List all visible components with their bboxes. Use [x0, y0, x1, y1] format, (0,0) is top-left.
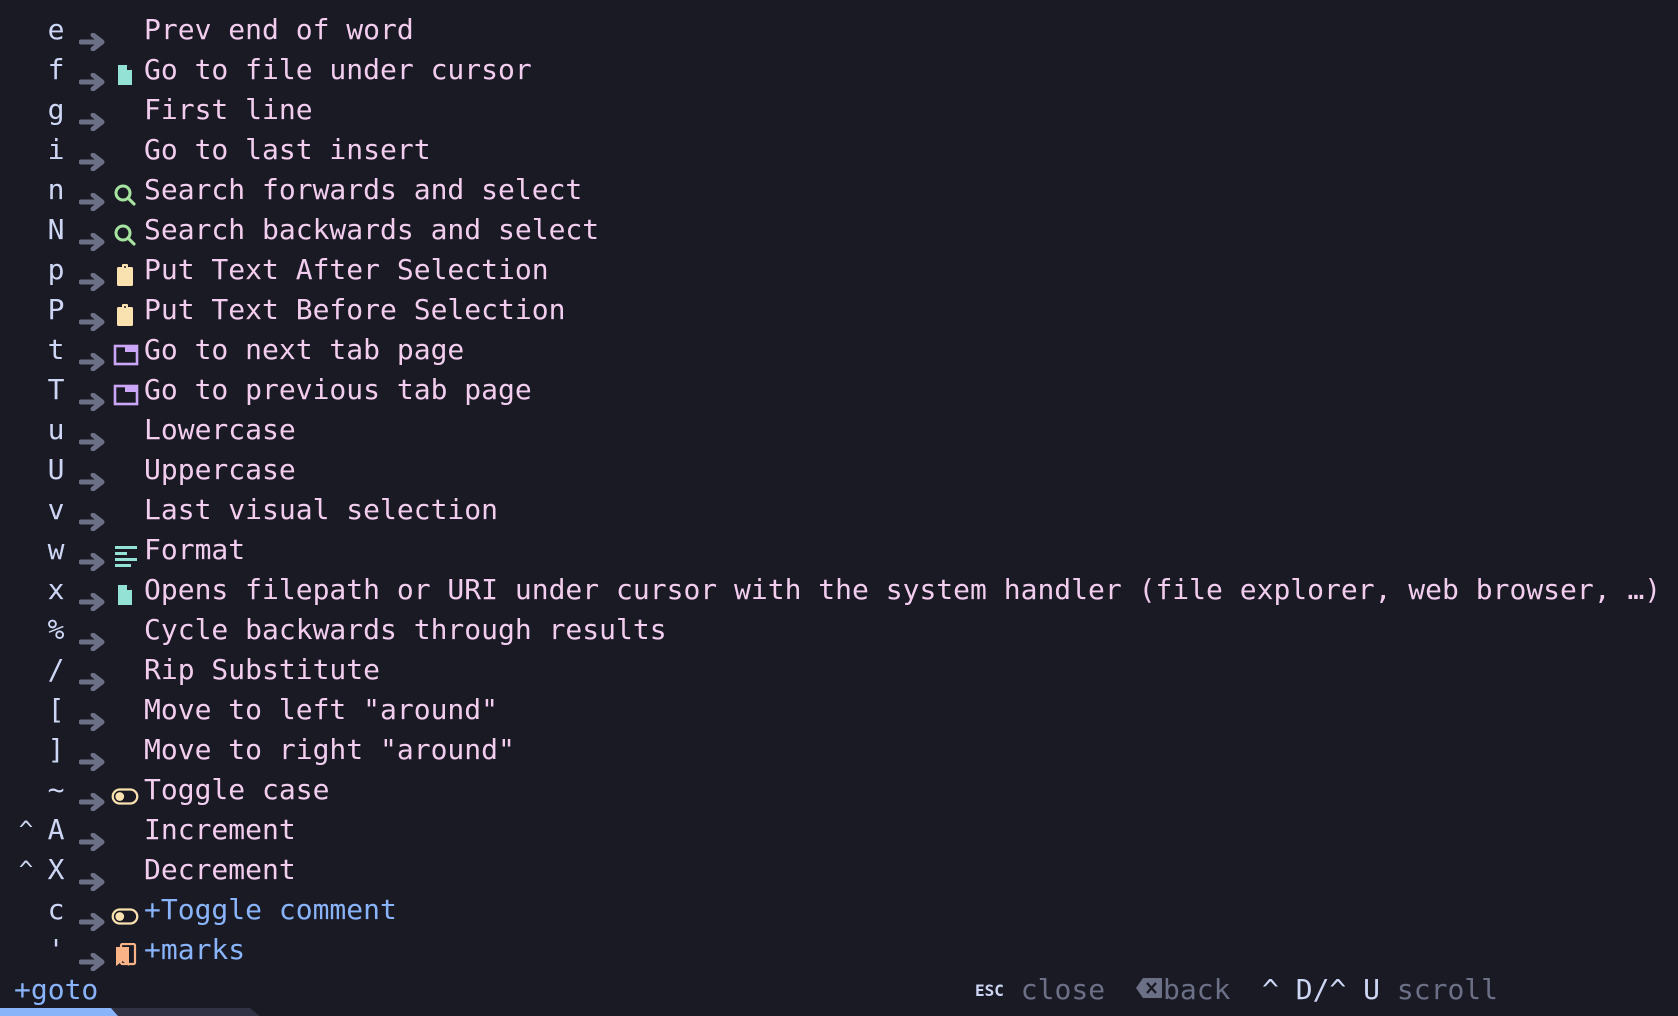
key-label: [: [47, 693, 65, 726]
arrow-right-icon: [78, 822, 107, 852]
key-label: ': [47, 933, 65, 966]
file-icon: [111, 578, 139, 605]
group-description: +marks: [144, 933, 246, 966]
key-label: e: [47, 13, 65, 46]
mapping-description: Search forwards and select: [144, 173, 583, 206]
file-icon: [111, 58, 139, 85]
mapping-description: Move to right "around": [144, 733, 515, 766]
mapping-description: Last visual selection: [144, 493, 499, 526]
format-icon: [111, 538, 139, 567]
key-label: %: [47, 613, 65, 646]
key-label: T: [47, 373, 65, 406]
back-label: back: [1163, 973, 1231, 1006]
toggle-icon: [111, 778, 139, 805]
mapping-description: Toggle case: [144, 773, 330, 806]
mapping-description: Search backwards and select: [144, 213, 600, 246]
scroll-label: scroll: [1396, 973, 1499, 1006]
key-label: U: [47, 453, 65, 486]
key-label: t: [47, 333, 65, 366]
mapping-description: Go to last insert: [144, 133, 431, 166]
key-label: N: [47, 213, 65, 246]
toggle-icon: [111, 898, 139, 925]
mapping-description: Go to file under cursor: [144, 53, 532, 86]
mapping-description: Prev end of word: [144, 13, 414, 46]
arrow-right-icon: [78, 342, 107, 372]
arrow-right-icon: [78, 62, 107, 92]
arrow-right-icon: [78, 462, 107, 492]
mapping-description: Go to previous tab page: [144, 373, 532, 406]
key-label: P: [47, 293, 65, 326]
scroll-thumb[interactable]: [0, 1008, 118, 1016]
ctrl-modifier: ^: [18, 856, 34, 884]
arrow-right-icon: [78, 702, 107, 732]
group-description: +Toggle comment: [144, 893, 397, 926]
search-icon: [111, 178, 139, 206]
back-hint[interactable]: back: [1135, 970, 1230, 1010]
key-label: ]: [47, 733, 65, 766]
key-label: A: [47, 813, 65, 846]
scroll-keys: ^ D/^ U: [1262, 973, 1381, 1006]
clipboard-icon: [111, 298, 139, 326]
key-label: c: [47, 893, 65, 926]
footer-bar: +goto ESC close back ^ D/^ U scroll: [0, 970, 1678, 1010]
esc-key: ESC: [975, 981, 1004, 1000]
mapping-description: Rip Substitute: [144, 653, 381, 686]
key-label: u: [47, 413, 65, 446]
mapping-description: First line: [144, 93, 313, 126]
key-label: p: [47, 253, 65, 286]
tab-icon: [111, 338, 139, 366]
backspace-icon: [1136, 978, 1162, 998]
arrow-right-icon: [78, 22, 107, 52]
key-label: f: [47, 53, 65, 86]
arrow-right-icon: [78, 502, 107, 532]
ctrl-modifier: ^: [18, 816, 34, 844]
mapping-description: Put Text After Selection: [144, 253, 549, 286]
arrow-right-icon: [78, 942, 107, 972]
mapping-description: Opens filepath or URI under cursor with …: [144, 573, 1662, 606]
key-label: ~: [47, 773, 65, 806]
mapping-description: Lowercase: [144, 413, 296, 446]
key-label: X: [47, 853, 65, 886]
arrow-right-icon: [78, 222, 107, 252]
key-label: n: [47, 173, 65, 206]
mapping-description: Increment: [144, 813, 296, 846]
arrow-right-icon: [78, 742, 107, 772]
mapping-description: Cycle backwards through results: [144, 613, 667, 646]
arrow-right-icon: [78, 622, 107, 652]
arrow-right-icon: [78, 382, 107, 412]
arrow-right-icon: [78, 142, 107, 172]
arrow-right-icon: [78, 302, 107, 332]
key-label: g: [47, 93, 65, 126]
close-hint[interactable]: ESC close: [975, 970, 1105, 1014]
arrow-right-icon: [78, 422, 107, 452]
close-label: close: [1020, 973, 1106, 1006]
mapping-description: Move to left "around": [144, 693, 499, 726]
arrow-right-icon: [78, 542, 107, 572]
arrow-right-icon: [78, 862, 107, 892]
key-label: w: [47, 533, 65, 566]
arrow-right-icon: [78, 902, 107, 932]
search-icon: [111, 218, 139, 246]
bookmark-icon: [111, 938, 139, 966]
mapping-description: Decrement: [144, 853, 296, 886]
arrow-right-icon: [78, 782, 107, 812]
arrow-right-icon: [78, 662, 107, 692]
arrow-right-icon: [78, 182, 107, 212]
key-label: /: [47, 653, 65, 686]
tab-icon: [111, 378, 139, 406]
arrow-right-icon: [78, 102, 107, 132]
arrow-right-icon: [78, 262, 107, 292]
mapping-description: Uppercase: [144, 453, 296, 486]
arrow-right-icon: [78, 582, 107, 612]
clipboard-icon: [111, 258, 139, 286]
key-label: i: [47, 133, 65, 166]
group-title: +goto: [14, 973, 99, 1006]
mapping-description: Format: [144, 533, 246, 566]
key-label: v: [47, 493, 65, 526]
key-label: x: [47, 573, 65, 606]
scroll-hint[interactable]: ^ D/^ U scroll: [1262, 970, 1498, 1010]
mapping-description: Go to next tab page: [144, 333, 465, 366]
mapping-description: Put Text Before Selection: [144, 293, 566, 326]
